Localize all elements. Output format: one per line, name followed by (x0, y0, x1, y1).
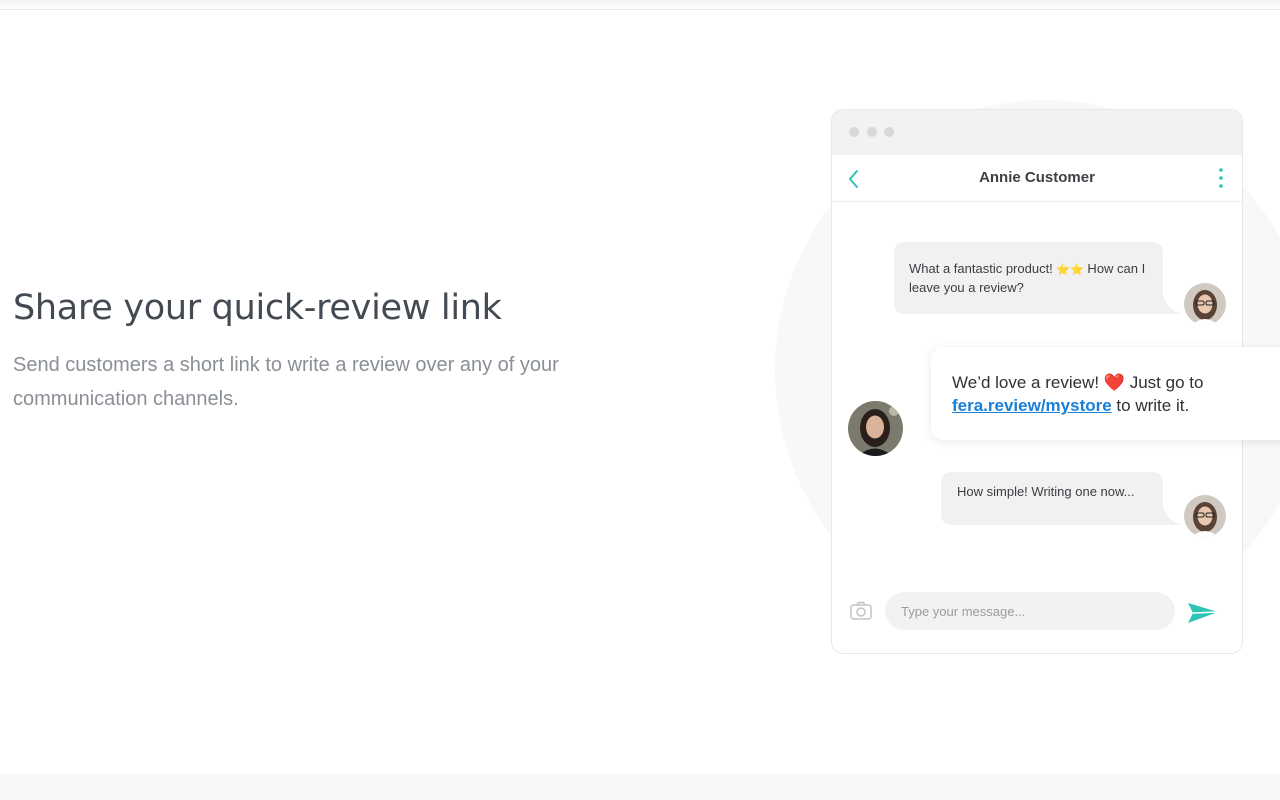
message-text: to write it. (1111, 396, 1190, 415)
contact-name: Annie Customer (979, 169, 1095, 186)
store-avatar (848, 401, 903, 456)
stars-emoji: ⭐⭐ (1056, 264, 1084, 276)
customer-avatar (1184, 495, 1226, 537)
chat-header: Annie Customer (832, 155, 1242, 202)
message-bubble-customer: How simple! Writing one now... (941, 472, 1163, 525)
message-text: How simple! Writing one now... (957, 484, 1135, 499)
window-dot (849, 127, 859, 137)
message-bubble-store: We’d love a review! ❤️ Just go to fera.r… (931, 347, 1280, 440)
top-bar-shadow (0, 0, 1280, 10)
send-icon[interactable] (1187, 600, 1219, 626)
message-bubble-customer: What a fantastic product! ⭐⭐ How can I l… (894, 242, 1163, 314)
bubble-tail (1160, 507, 1182, 525)
message-text: What a fantastic product! (909, 261, 1057, 276)
window-titlebar (832, 110, 1242, 155)
message-input[interactable] (885, 592, 1175, 630)
more-vertical-icon[interactable] (1216, 167, 1226, 189)
window-dot (867, 127, 877, 137)
review-link[interactable]: fera.review/mystore (952, 396, 1112, 415)
customer-avatar (1184, 283, 1226, 325)
message-text: We’d love a review! (952, 373, 1104, 392)
section-subtext: Send customers a short link to write a r… (13, 354, 559, 410)
heart-emoji: ❤️ (1103, 373, 1125, 392)
next-section-band (0, 774, 1280, 800)
message-text: Just go to (1124, 373, 1204, 392)
window-dot (884, 127, 894, 137)
bubble-tail (1160, 296, 1182, 314)
camera-icon[interactable] (849, 600, 873, 622)
section-headline: Share your quick-review link (13, 288, 502, 328)
